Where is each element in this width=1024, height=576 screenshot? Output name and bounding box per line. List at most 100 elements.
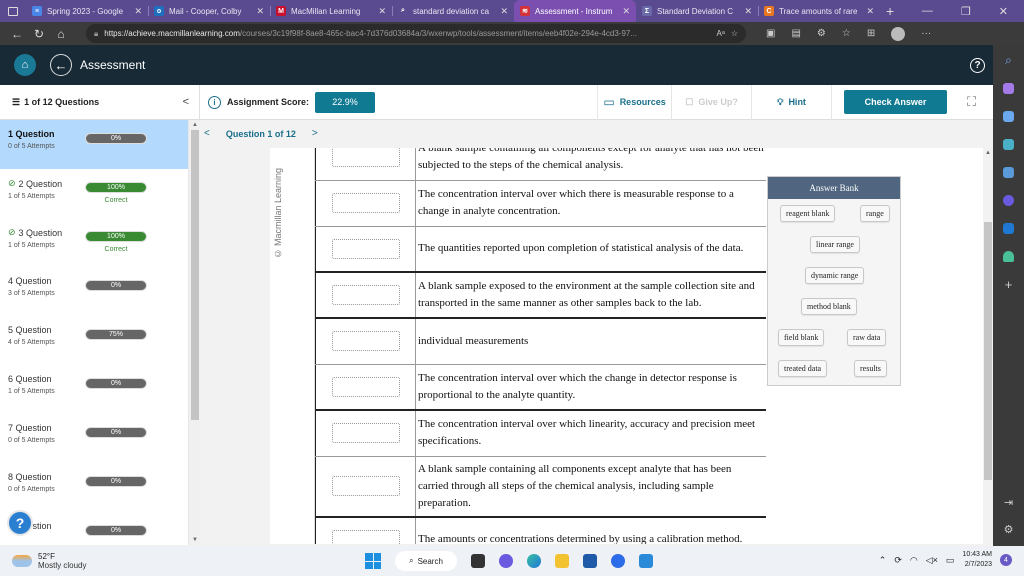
drop-target[interactable] [331,529,400,544]
favorites-icon[interactable]: ☆ [842,28,851,39]
tools-icon[interactable] [1003,139,1014,150]
copilot-sparkle-icon[interactable] [1003,83,1014,94]
read-aloud-icon[interactable]: Aᵃ [717,29,725,38]
answer-chip[interactable]: raw data [847,329,887,346]
wifi-icon[interactable]: ◠ [910,555,918,566]
question-list-item[interactable]: 6 Question 1 of 5 Attempts 0% [0,365,188,414]
teams-chat-icon[interactable] [499,554,513,568]
collapse-chevron-icon[interactable]: < [183,96,189,108]
back-arrow-icon[interactable]: ← [6,27,28,41]
help-chat-button[interactable]: ? [7,510,33,536]
task-view-icon[interactable] [471,554,485,568]
games-icon[interactable] [1003,167,1014,178]
extension-icon[interactable]: ▣ [766,28,775,39]
question-list-item[interactable]: 7 Question 0 of 5 Attempts 0% [0,414,188,463]
resources-button[interactable]: ▭ Resources [597,84,671,120]
browser-tab[interactable]: ≋ Assessment - Instrum ✕ [514,0,636,22]
shopping-tag-icon[interactable] [1003,111,1014,122]
drop-target[interactable] [331,331,400,352]
scrollbar-thumb[interactable] [191,130,199,420]
browser-tab[interactable]: C Trace amounts of rare ✕ [758,0,880,22]
file-explorer-icon[interactable] [555,554,569,568]
fullscreen-icon[interactable]: ⛶ [967,94,976,110]
question-list-item[interactable]: 8 Question 0 of 5 Attempts 0% [0,463,188,512]
answer-chip[interactable]: field blank [778,329,825,346]
question-list-toggle[interactable]: ☰ 1 of 12 Questions < [0,84,200,120]
hint-button[interactable]: 💡︎ Hint [751,84,831,120]
new-tab-button[interactable]: + [886,3,894,19]
answer-chip[interactable]: method blank [801,298,857,315]
volume-muted-icon[interactable]: ◁× [926,555,938,566]
collections-icon[interactable]: ▤ [791,28,800,39]
search-icon[interactable]: ⌕ [1005,54,1012,66]
content-scrollbar[interactable]: ▲ [983,148,993,544]
drop-target[interactable] [331,376,400,397]
favorite-icon[interactable]: ☆ [731,29,738,38]
drop-target[interactable] [331,476,400,496]
close-tab-icon[interactable]: ✕ [378,6,386,17]
drop-target[interactable] [331,285,400,305]
close-tab-icon[interactable]: ✕ [622,6,630,17]
close-tab-icon[interactable]: ✕ [500,6,508,17]
question-list-item[interactable]: 5 Question 4 of 5 Attempts 75% [0,316,188,365]
answer-chip[interactable]: treated data [778,360,828,377]
answer-chip[interactable]: reagent blank [780,205,836,222]
previous-question-button[interactable]: < [200,128,214,139]
drop-target[interactable] [331,193,400,213]
answer-chip[interactable]: range [860,205,890,222]
outlook-icon[interactable] [1003,223,1014,234]
browser-tab[interactable]: Σ Standard Deviation C ✕ [636,0,758,22]
question-list-item[interactable]: 1 Question 0 of 5 Attempts 0% [0,120,188,169]
scrollbar-thumb[interactable] [984,222,992,480]
help-icon[interactable]: ? [970,57,985,73]
start-button[interactable] [365,553,381,569]
edge-icon[interactable] [527,554,541,568]
browser-tab[interactable]: ≡ Spring 2023 - Google ✕ [26,0,148,22]
close-tab-icon[interactable]: ✕ [134,6,142,17]
notification-badge[interactable]: 4 [1000,554,1012,566]
home-button[interactable]: ⌂ [14,54,36,76]
tab-actions-button[interactable] [0,6,26,16]
url-input[interactable]: 🔒︎ https://achieve.macmillanlearning.com… [86,24,746,43]
restore-button[interactable]: ❐ [961,5,971,18]
browser-tab[interactable]: M MacMillan Learning ✕ [270,0,392,22]
zoom-icon[interactable] [611,554,625,568]
question-list-scrollbar[interactable]: ▲ ▼ [188,120,200,545]
close-tab-icon[interactable]: ✕ [256,6,264,17]
give-up-button[interactable]: ☐ Give Up? [671,84,751,120]
drop-target[interactable] [331,148,400,167]
home-icon[interactable]: ⌂ [50,27,72,41]
battery-icon[interactable]: ▭ [946,555,955,566]
answer-chip[interactable]: results [854,360,887,377]
close-window-button[interactable]: ✕ [999,5,1008,18]
answer-chip[interactable]: linear range [810,236,860,253]
microsoft-365-icon[interactable] [1003,195,1014,206]
extensions-puzzle-icon[interactable]: ⚙ [817,28,826,39]
more-menu-icon[interactable]: ··· [921,28,931,39]
refresh-icon[interactable]: ↻ [28,27,50,41]
close-tab-icon[interactable]: ✕ [866,6,874,17]
info-icon[interactable]: i [208,95,221,109]
add-sidebar-app-icon[interactable]: + [1005,278,1013,291]
profile-avatar[interactable] [891,26,906,41]
sync-icon[interactable]: ⟳ [894,555,902,566]
back-button[interactable]: ← [50,54,72,76]
question-list-item[interactable]: 4 Question 3 of 5 Attempts 0% [0,267,188,316]
question-list-item[interactable]: ⊘ 2 Question 1 of 5 Attempts 100% Correct [0,169,188,218]
close-tab-icon[interactable]: ✕ [744,6,752,17]
mail-icon[interactable] [639,554,653,568]
collections-add-icon[interactable]: ⊞ [867,28,875,39]
browser-tab[interactable]: o Mail - Cooper, Colby ✕ [148,0,270,22]
question-list-item[interactable]: ⊘ 3 Question 1 of 5 Attempts 100% Correct [0,218,188,267]
answer-chip[interactable]: dynamic range [805,267,865,284]
drop-tree-icon[interactable] [1003,251,1014,262]
next-question-button[interactable]: > [308,128,322,139]
sidebar-settings-icon[interactable]: ⚙ [1004,523,1014,536]
browser-tab[interactable]: ⌕ standard deviation ca ✕ [392,0,514,22]
show-hidden-icons[interactable]: ⌃ [879,555,887,566]
hide-sidebar-icon[interactable]: ⇥ [1004,496,1013,509]
clock[interactable]: 10:43 AM 2/7/2023 [962,550,992,570]
check-answer-button[interactable]: Check Answer [844,90,948,114]
weather-widget[interactable]: 52°F Mostly cloudy [12,552,86,570]
drop-target[interactable] [331,423,400,444]
